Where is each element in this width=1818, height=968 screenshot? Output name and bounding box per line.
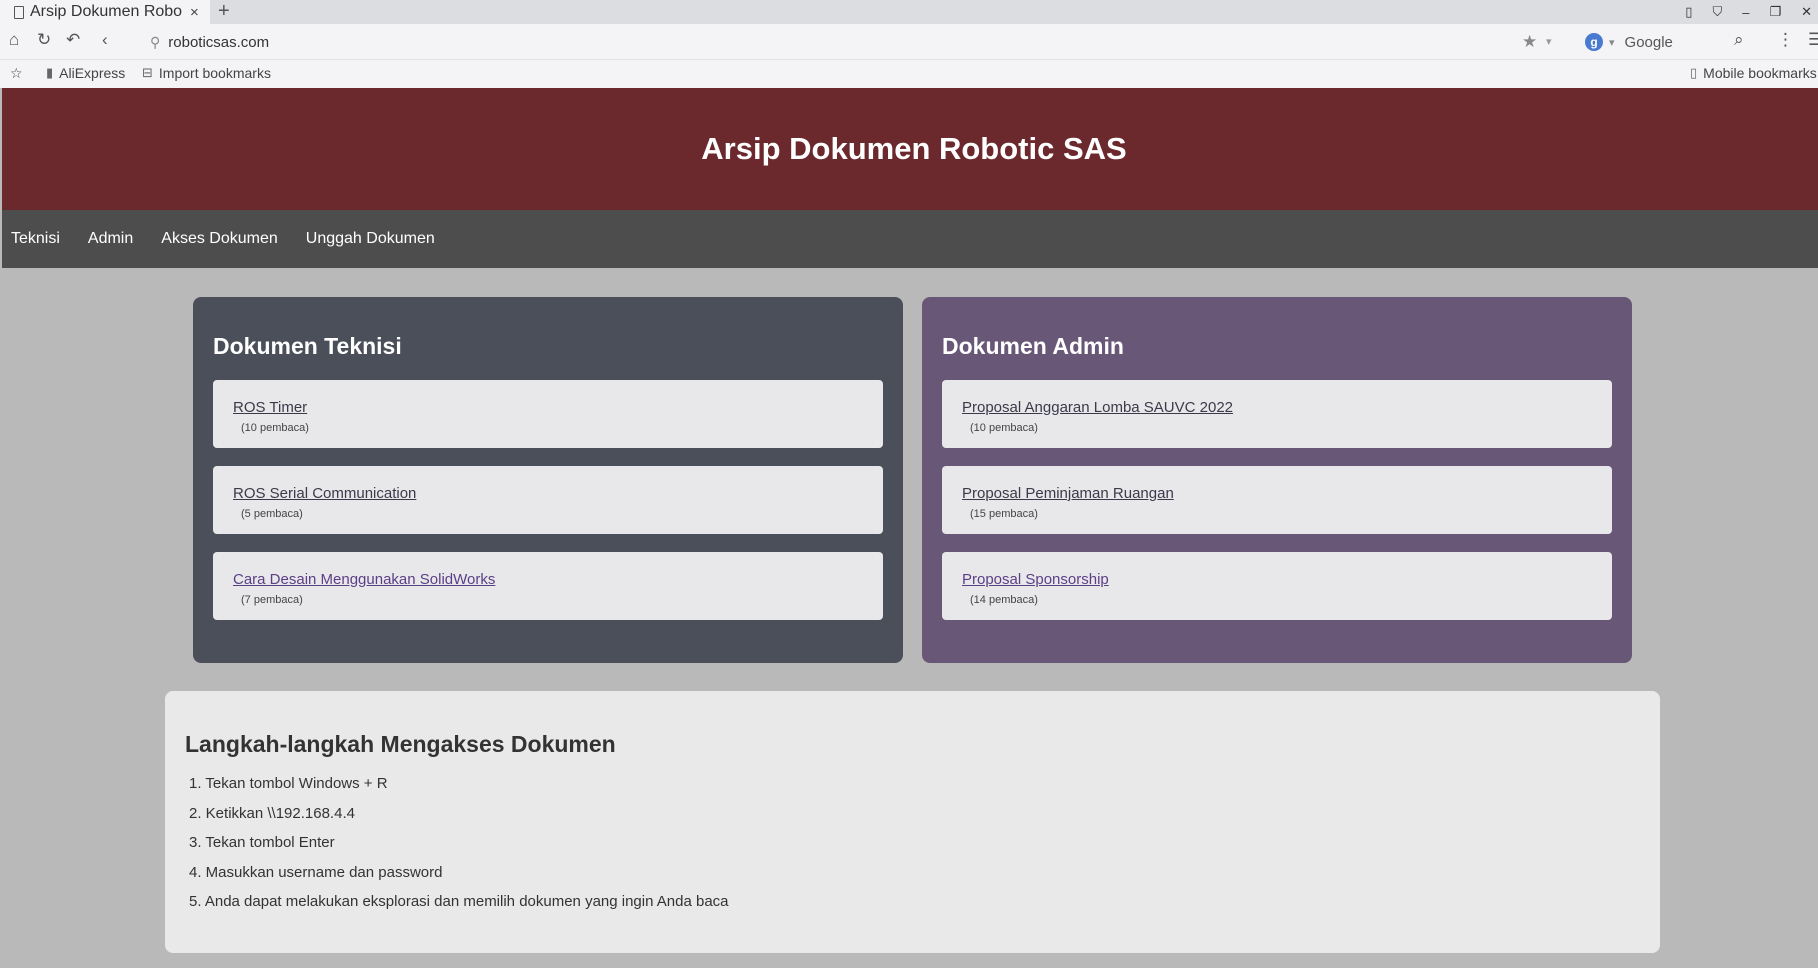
tab-title: Arsip Dokumen Robotic SAS (30, 3, 182, 20)
list-item: ROS Serial Communication (5 pembaca) (213, 466, 883, 534)
site-icon: ⚲ (150, 33, 161, 50)
folder-icon: ▮ (46, 65, 54, 80)
search-engine-label: Google (1624, 33, 1673, 51)
nav-akses-dokumen[interactable]: Akses Dokumen (161, 230, 278, 248)
home-icon[interactable]: ⌂ (9, 30, 19, 50)
list-item: Cara Desain Menggunakan SolidWorks (7 pe… (213, 552, 883, 620)
bookmarks-bar: ☆ ▮ AliExpress ⊟ Import bookmarks ▯ Mobi… (0, 60, 1818, 88)
menu-icon[interactable]: ⋮ (1777, 30, 1794, 50)
step-item: 5. Anda dapat melakukan eksplorasi dan m… (189, 893, 729, 910)
steps-heading: Langkah-langkah Mengakses Dokumen (185, 731, 616, 757)
search-engine-box[interactable]: g ▾ Google (1585, 29, 1750, 55)
back-icon[interactable]: ‹ (102, 30, 108, 50)
teknisi-heading: Dokumen Teknisi (213, 333, 402, 359)
reader-count: (5 pembaca) (241, 508, 303, 520)
step-item: 2. Ketikkan \\192.168.4.4 (189, 804, 355, 822)
teknisi-card: Dokumen Teknisi ROS Timer (10 pembaca) R… (193, 297, 903, 663)
tab-bar: Arsip Dokumen Robotic SAS × + ▯ ⛉ – ❐ ✕ (0, 0, 1818, 24)
new-tab-button[interactable]: + (218, 0, 230, 24)
admin-card: Dokumen Admin Proposal Anggaran Lomba SA… (922, 297, 1632, 663)
bookmark-star-icon[interactable]: ☆ (10, 65, 23, 82)
import-icon: ⊟ (142, 65, 153, 80)
list-item: Proposal Anggaran Lomba SAUVC 2022 (10 p… (942, 380, 1612, 448)
close-window-icon[interactable]: ✕ (1801, 4, 1812, 20)
doc-link[interactable]: Proposal Peminjaman Ruangan (962, 485, 1174, 502)
admin-heading: Dokumen Admin (942, 333, 1124, 359)
nav-unggah-dokumen[interactable]: Unggah Dokumen (306, 230, 435, 248)
close-icon[interactable]: × (190, 4, 199, 21)
skin-icon[interactable]: ⛉ (1712, 4, 1722, 20)
search-icon[interactable]: ⌕ (1734, 30, 1744, 50)
list-item: Proposal Peminjaman Ruangan (15 pembaca) (942, 466, 1612, 534)
chevron-down-icon[interactable]: ▾ (1546, 35, 1552, 48)
step-item: 3. Tekan tombol Enter (189, 834, 335, 851)
reader-count: (7 pembaca) (241, 594, 303, 606)
site-header: Arsip Dokumen Robotic SAS (2, 88, 1818, 210)
reader-count: (14 pembaca) (970, 594, 1038, 606)
bookmark-import[interactable]: ⊟ Import bookmarks (142, 65, 271, 81)
url-text: roboticsas.com (168, 33, 270, 51)
doc-link[interactable]: Cara Desain Menggunakan SolidWorks (233, 571, 495, 588)
steps-card: Langkah-langkah Mengakses Dokumen 1. Tek… (165, 691, 1660, 953)
mobile-icon: ▯ (1690, 65, 1698, 80)
page-icon (14, 5, 24, 19)
doc-link[interactable]: ROS Serial Communication (233, 485, 416, 502)
bookmark-aliexpress[interactable]: ▮ AliExpress (46, 65, 125, 81)
reader-count: (15 pembaca) (970, 508, 1038, 520)
url-field[interactable]: ⚲ roboticsas.com (150, 29, 1520, 55)
nav-admin[interactable]: Admin (88, 230, 133, 248)
list-item: Proposal Sponsorship (14 pembaca) (942, 552, 1612, 620)
page: Arsip Dokumen Robotic SAS Teknisi Admin … (2, 88, 1818, 968)
search-engine-icon: g (1585, 33, 1603, 51)
step-item: 4. Masukkan username dan password (189, 863, 443, 881)
mobile-bookmarks[interactable]: ▯ Mobile bookmarks (1690, 65, 1817, 81)
doc-link[interactable]: ROS Timer (233, 399, 307, 416)
steps-list: 1. Tekan tombol Windows + R 2. Ketikkan … (185, 775, 1640, 923)
site-nav: Teknisi Admin Akses Dokumen Unggah Dokum… (2, 210, 1818, 268)
list-item: ROS Timer (10 pembaca) (213, 380, 883, 448)
reader-count: (10 pembaca) (241, 422, 309, 434)
step-item: 1. Tekan tombol Windows + R (189, 775, 388, 792)
reader-count: (10 pembaca) (970, 422, 1038, 434)
window-controls: ▯ ⛉ – ❐ ✕ (1685, 0, 1818, 24)
reload-icon[interactable]: ↻ (37, 30, 51, 50)
sidebar-icon[interactable]: ☰ (1808, 30, 1818, 50)
restore-icon[interactable]: ❐ (1769, 4, 1781, 20)
browser-tab[interactable]: Arsip Dokumen Robotic SAS × (0, 0, 210, 24)
minimize-icon[interactable]: – (1742, 5, 1749, 20)
doc-link[interactable]: Proposal Anggaran Lomba SAUVC 2022 (962, 399, 1233, 416)
star-icon[interactable]: ★ (1522, 32, 1537, 52)
tile-icon[interactable]: ▯ (1685, 4, 1692, 20)
nav-teknisi[interactable]: Teknisi (11, 230, 60, 248)
undo-icon[interactable]: ↶ (66, 30, 80, 50)
doc-link[interactable]: Proposal Sponsorship (962, 571, 1109, 588)
page-title: Arsip Dokumen Robotic SAS (701, 131, 1127, 166)
address-bar: ⌂ ↻ ↶ ‹ ⚲ roboticsas.com ★ ▾ g ▾ Google … (0, 24, 1818, 60)
chevron-down-icon[interactable]: ▾ (1609, 36, 1615, 49)
